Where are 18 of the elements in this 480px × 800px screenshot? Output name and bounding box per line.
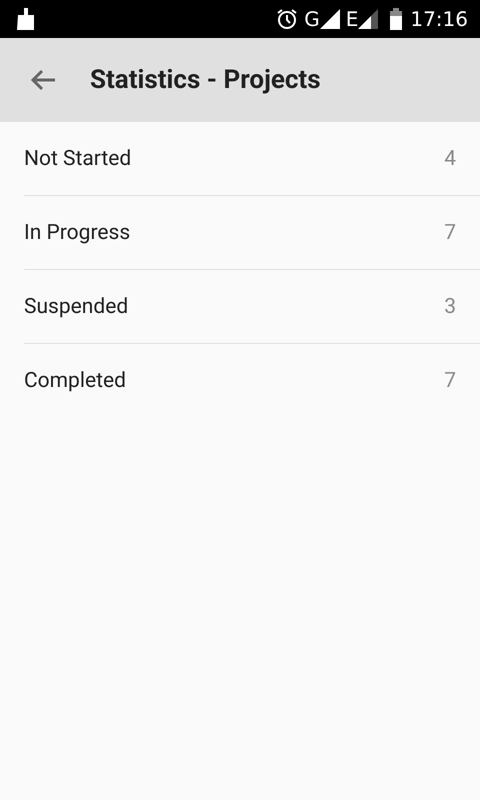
network-type: G (304, 7, 320, 31)
signal-icon (358, 9, 378, 29)
status-label: Not Started (24, 146, 132, 170)
status-label: Suspended (24, 294, 130, 318)
project-count: 7 (444, 220, 456, 244)
screen-title: Statistics - Projects (90, 65, 321, 95)
clock-time: 17:16 (410, 7, 468, 31)
cleaner-icon (16, 8, 36, 30)
status-label: In Progress (24, 220, 132, 244)
project-count: 4 (444, 146, 456, 170)
back-arrow-icon (30, 69, 56, 91)
alarm-icon (276, 8, 298, 30)
signal-icon (320, 9, 340, 29)
network-type: E (346, 7, 358, 31)
project-count: 7 (444, 368, 456, 392)
status-label: Completed (24, 368, 127, 392)
project-count: 3 (444, 294, 456, 318)
battery-icon (390, 8, 402, 30)
